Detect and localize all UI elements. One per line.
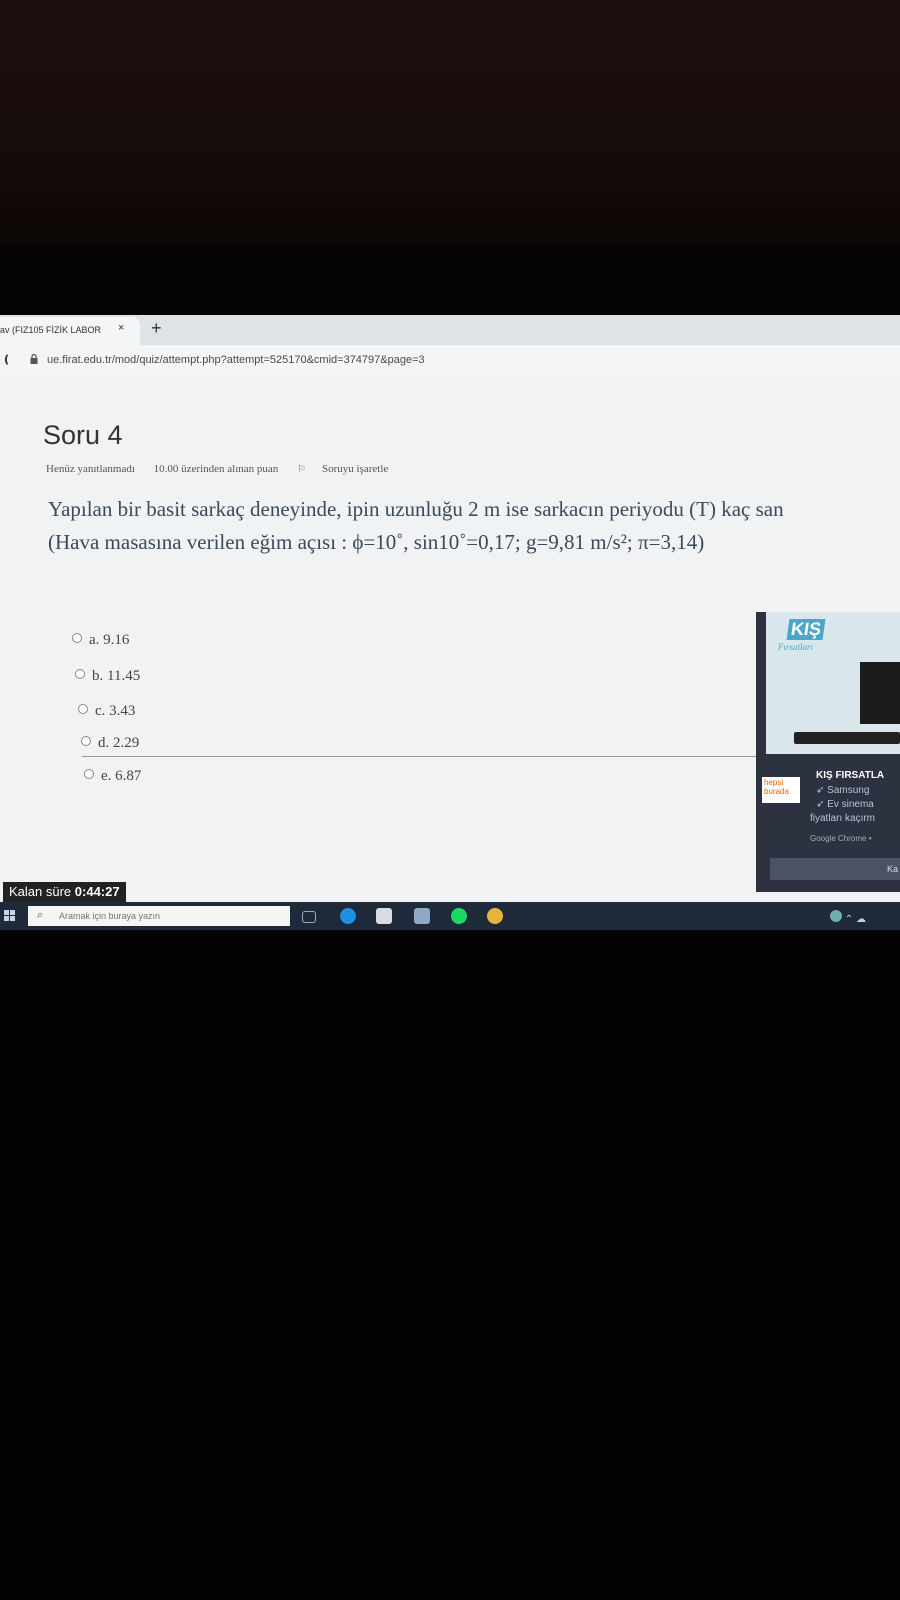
answer-label: e. 6.87 (101, 768, 142, 784)
search-placeholder: Aramak için buraya yazın (59, 911, 161, 921)
ad-text-line: fiyatları kaçırm (810, 813, 876, 824)
question-text-line: Yapılan bir basit sarkaç deneyinde, ipin… (48, 497, 784, 521)
address-bar[interactable]: ❪ ue.firat.edu.tr/mod/quiz/attempt.php?a… (0, 345, 900, 378)
taskbar-search-box[interactable]: ⌕ Aramak için buraya yazın (28, 906, 290, 926)
search-icon: ⌕ (37, 909, 44, 921)
ad-text: Samsung (827, 785, 870, 796)
lock-icon (30, 354, 38, 364)
question-text: Yapılan bir basit sarkaç deneyinde, ipin… (48, 493, 900, 559)
cloud-icon[interactable]: ☁ (856, 914, 866, 925)
radio-button[interactable] (81, 736, 91, 746)
timer-value: 0:44:27 (74, 884, 120, 899)
browser-tab[interactable]: av (FIZ105 FİZİK LABOR × (0, 317, 140, 345)
ad-logo: KIŞ (786, 619, 826, 640)
edge-browser-icon[interactable] (340, 908, 356, 924)
question-text-line: (Hava masasına verilen eğim açısı : ϕ=10… (48, 530, 705, 554)
question-status: Henüz yanıtlanmadı (46, 463, 135, 475)
tab-close-icon[interactable]: × (118, 322, 124, 334)
answer-label: a. 9.16 (89, 632, 130, 648)
separator-line (82, 756, 762, 757)
answer-label: d. 2.29 (98, 735, 140, 751)
windows-taskbar: ⌕ Aramak için buraya yazın ⌃ ☁ (0, 902, 900, 930)
tray-icon[interactable] (830, 910, 842, 922)
question-info: Henüz yanıtlanmadı 10.00 üzerinden alına… (46, 463, 420, 475)
ad-button[interactable]: Ka (770, 858, 900, 880)
radio-button[interactable] (84, 769, 94, 779)
quiz-timer: Kalan süre 0:44:27 (3, 882, 126, 902)
ad-text: Ev sinema (827, 799, 874, 810)
radio-button[interactable] (72, 633, 82, 643)
speaker-image (860, 662, 900, 724)
ad-banner[interactable]: KIŞ Fırsatları hepsi burada KIŞ FIRSATLA… (756, 612, 900, 892)
ad-logo-subtitle: Fırsatları (778, 642, 814, 652)
answer-option-e[interactable]: e. 6.87 (84, 768, 141, 785)
tab-title: av (FIZ105 FİZİK LABOR (0, 325, 102, 335)
answer-option-b[interactable]: b. 11.45 (75, 668, 140, 685)
answer-label: b. 11.45 (92, 668, 141, 684)
ad-text-line: ➶ Samsung (816, 785, 870, 796)
ad-image: KIŞ Fırsatları (766, 612, 900, 754)
flag-icon: ⚐ (297, 464, 306, 475)
reload-icon[interactable]: ❪ (2, 353, 11, 366)
ad-text-line: ➶ Ev sinema (816, 799, 874, 810)
flag-question-label: Soruyu işaretle (322, 463, 389, 475)
chevron-up-icon[interactable]: ⌃ (845, 914, 853, 925)
answer-option-d[interactable]: d. 2.29 (81, 735, 139, 752)
ad-brand-line: burada (764, 787, 789, 796)
background-top (0, 0, 900, 245)
task-view-icon[interactable] (302, 911, 316, 923)
soundbar-image (794, 732, 900, 744)
timer-label: Kalan süre (9, 884, 72, 899)
url-text[interactable]: ue.firat.edu.tr/mod/quiz/attempt.php?att… (47, 354, 425, 366)
radio-button[interactable] (78, 704, 88, 714)
windows-start-icon[interactable] (4, 910, 16, 922)
question-title: Soru 4 (43, 420, 123, 450)
ad-brand-line: hepsi (764, 778, 784, 787)
chrome-icon[interactable] (487, 908, 503, 924)
spotify-icon[interactable] (451, 908, 467, 924)
question-points: 10.00 üzerinden alınan puan (153, 463, 279, 475)
answer-option-a[interactable]: a. 9.16 (72, 632, 129, 649)
ad-headline: KIŞ FIRSATLA (816, 770, 885, 781)
photos-icon[interactable] (414, 908, 430, 924)
answer-option-c[interactable]: c. 3.43 (78, 703, 135, 720)
answer-label: c. 3.43 (95, 703, 136, 719)
flag-question-link[interactable]: ⚐ Soruyu işaretle (297, 463, 404, 475)
tab-bar: av (FIZ105 FİZİK LABOR × + (0, 315, 900, 345)
system-tray[interactable]: ⌃ ☁ (830, 910, 866, 925)
ad-source: Google Chrome • (810, 834, 872, 843)
ad-brand-logo: hepsi burada (762, 777, 800, 803)
monitor-bezel (0, 245, 900, 315)
background-bottom (0, 930, 900, 1600)
new-tab-button[interactable]: + (151, 318, 162, 339)
radio-button[interactable] (75, 669, 85, 679)
store-icon[interactable] (376, 908, 392, 924)
